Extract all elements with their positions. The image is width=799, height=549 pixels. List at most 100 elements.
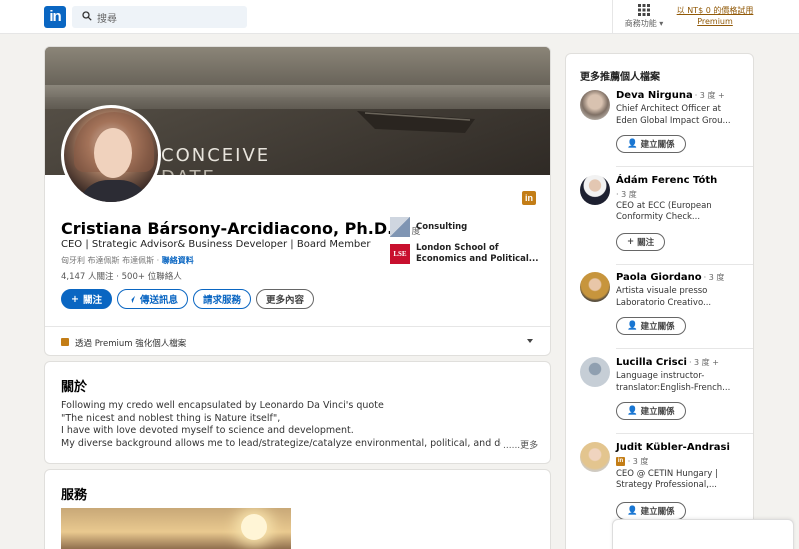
- headline-line: Eden Global Impact Grou...: [616, 115, 731, 126]
- premium-trial-link[interactable]: 以 NT$ 0 的價格試用 Premium: [674, 5, 756, 27]
- plus-icon: +: [627, 237, 635, 247]
- person-name[interactable]: Ádám Ferenc Tóth: [616, 175, 717, 186]
- connect-button[interactable]: 👤 建立關係: [616, 317, 686, 335]
- search-placeholder: 搜尋: [97, 14, 117, 25]
- add-person-icon: 👤: [627, 506, 638, 516]
- experience-label: Consulting: [416, 221, 468, 232]
- follow-label: 關注: [82, 295, 102, 306]
- avatar[interactable]: [580, 272, 610, 302]
- chevron-down-icon: ▾: [659, 19, 664, 28]
- see-more-link[interactable]: ......更多: [501, 438, 539, 451]
- person-headline: Artista visuale presso Laboratorio Creat…: [616, 286, 746, 309]
- linkedin-logo-icon[interactable]: in: [44, 6, 66, 28]
- contact-info-link[interactable]: 聯絡資料: [162, 256, 194, 265]
- add-person-icon: 👤: [627, 139, 638, 149]
- follow-button[interactable]: + 關注: [616, 233, 666, 251]
- person-name-row: Lucilla Crisci · 3 度 +: [616, 357, 719, 368]
- message-label: 傳送訊息: [139, 295, 178, 306]
- divider: [616, 264, 753, 265]
- banner-text-2: DATE: [161, 167, 216, 175]
- experience-item-consulting[interactable]: Consulting: [390, 217, 540, 237]
- business-menu[interactable]: 商務功能 ▾: [620, 4, 668, 29]
- connection-degree: · 3 度: [616, 190, 637, 199]
- divider: [616, 348, 753, 349]
- avatar[interactable]: [580, 357, 610, 387]
- connect-label: 建立關係: [640, 140, 675, 150]
- about-text: Following my credo well encapsulated by …: [61, 400, 541, 450]
- about-title: 關於: [61, 380, 88, 395]
- connect-label: 建立關係: [640, 407, 675, 417]
- education-label-line2: Economics and Political...: [416, 254, 539, 264]
- experience-item-lse[interactable]: LSE London School of Economics and Polit…: [390, 243, 540, 265]
- premium-line-2: Premium: [697, 17, 733, 26]
- connect-label: 建立關係: [640, 507, 675, 517]
- connection-degree: · 3 度: [703, 273, 725, 282]
- sun-image: [241, 514, 267, 540]
- grid-icon: [638, 4, 650, 16]
- education-label-line1: London School of: [416, 243, 499, 253]
- headline-line: CEO at ECC (European: [616, 200, 712, 211]
- plus-icon: +: [71, 293, 79, 305]
- connect-button[interactable]: 👤 建立關係: [616, 135, 686, 153]
- services-title: 服務: [61, 488, 88, 503]
- connection-degree: · 3 度 +: [688, 358, 719, 367]
- boat-image: [357, 111, 475, 133]
- profile-card: CONCEIVE DATE in Cristiana Bársony-Arcid…: [44, 46, 551, 356]
- person-name-row: Paola Giordano · 3 度: [616, 272, 724, 283]
- profile-location: 匈牙利 布達佩斯 布達佩斯 ·: [61, 256, 160, 265]
- follow-button[interactable]: + 關注: [61, 289, 112, 309]
- connection-degree: · 3 度 +: [694, 91, 725, 100]
- connect-button[interactable]: 👤 建立關係: [616, 402, 686, 420]
- about-line: I have with love devoted myself to scien…: [61, 425, 354, 436]
- person-headline: Chief Architect Officer at Eden Global I…: [616, 104, 746, 127]
- profile-headline: CEO | Strategic Advisor& Business Develo…: [61, 239, 371, 250]
- more-label: 更多內容: [266, 295, 305, 306]
- premium-prompt-bar[interactable]: 透過 Premium 強化個人檔案: [45, 326, 550, 355]
- connect-button[interactable]: 👤 建立關係: [616, 502, 686, 520]
- business-label: 商務功能: [624, 19, 657, 28]
- connection-degree: · 3 度: [627, 457, 649, 466]
- divider: [616, 433, 753, 434]
- top-nav: in 搜尋 商務功能 ▾ 以 NT$ 0 的價格試用 Premium: [0, 0, 799, 34]
- person-name[interactable]: Deva Nirguna: [616, 90, 693, 101]
- search-icon: [82, 11, 92, 21]
- avatar[interactable]: [61, 105, 161, 205]
- avatar[interactable]: [580, 442, 610, 472]
- about-line: My diverse background allows me to lead/…: [61, 437, 501, 449]
- chevron-down-icon[interactable]: [527, 339, 533, 343]
- education-label: London School of Economics and Political…: [416, 243, 538, 265]
- request-services-label: 請求服務: [203, 295, 242, 306]
- profile-name: Cristiana Bársony-Arcidiacono, Ph.D.: [61, 219, 394, 238]
- person-name[interactable]: Lucilla Crisci: [616, 357, 687, 368]
- degree-row: in · 3 度: [616, 456, 746, 469]
- search-input[interactable]: 搜尋: [72, 6, 247, 28]
- add-person-icon: 👤: [627, 321, 638, 331]
- linkedin-premium-badge-icon: in: [522, 191, 536, 205]
- follow-label: 關注: [637, 238, 655, 248]
- profile-name-row: Cristiana Bársony-Arcidiacono, Ph.D.· 3 …: [61, 219, 421, 238]
- more-button[interactable]: 更多內容: [256, 289, 315, 309]
- messaging-popup[interactable]: [612, 519, 794, 549]
- headline-line: CEO @ CETIN Hungary |: [616, 468, 718, 479]
- send-icon: [127, 295, 136, 303]
- person-name-row: Deva Nirguna · 3 度 +: [616, 90, 725, 101]
- sidebar-title: 更多推薦個人檔案: [580, 72, 660, 83]
- message-button[interactable]: 傳送訊息: [116, 289, 188, 309]
- person-name[interactable]: Paola Giordano: [616, 272, 702, 283]
- headline-line: Language instructor-: [616, 371, 705, 381]
- divider: [616, 166, 753, 167]
- profile-actions: + 關注 傳送訊息 請求服務 更多內容: [61, 289, 315, 309]
- headline-line: Chief Architect Officer at: [616, 104, 721, 114]
- banner-text: CONCEIVE: [161, 145, 271, 166]
- followers-count[interactable]: 4,147 人關注 · 500+ 位聯絡人: [61, 270, 182, 282]
- premium-icon: [61, 338, 69, 346]
- linkedin-premium-icon: in: [616, 457, 625, 466]
- services-image[interactable]: [61, 508, 291, 549]
- nav-divider: [612, 0, 613, 34]
- request-services-button[interactable]: 請求服務: [193, 289, 252, 309]
- avatar[interactable]: [580, 90, 610, 120]
- avatar[interactable]: [580, 175, 610, 205]
- profile-location-row: 匈牙利 布達佩斯 布達佩斯 · 聯絡資料: [61, 255, 194, 266]
- person-name[interactable]: Judit Kübler-Andrasi: [616, 442, 730, 453]
- headline-line: Strategy Professional,...: [616, 480, 718, 490]
